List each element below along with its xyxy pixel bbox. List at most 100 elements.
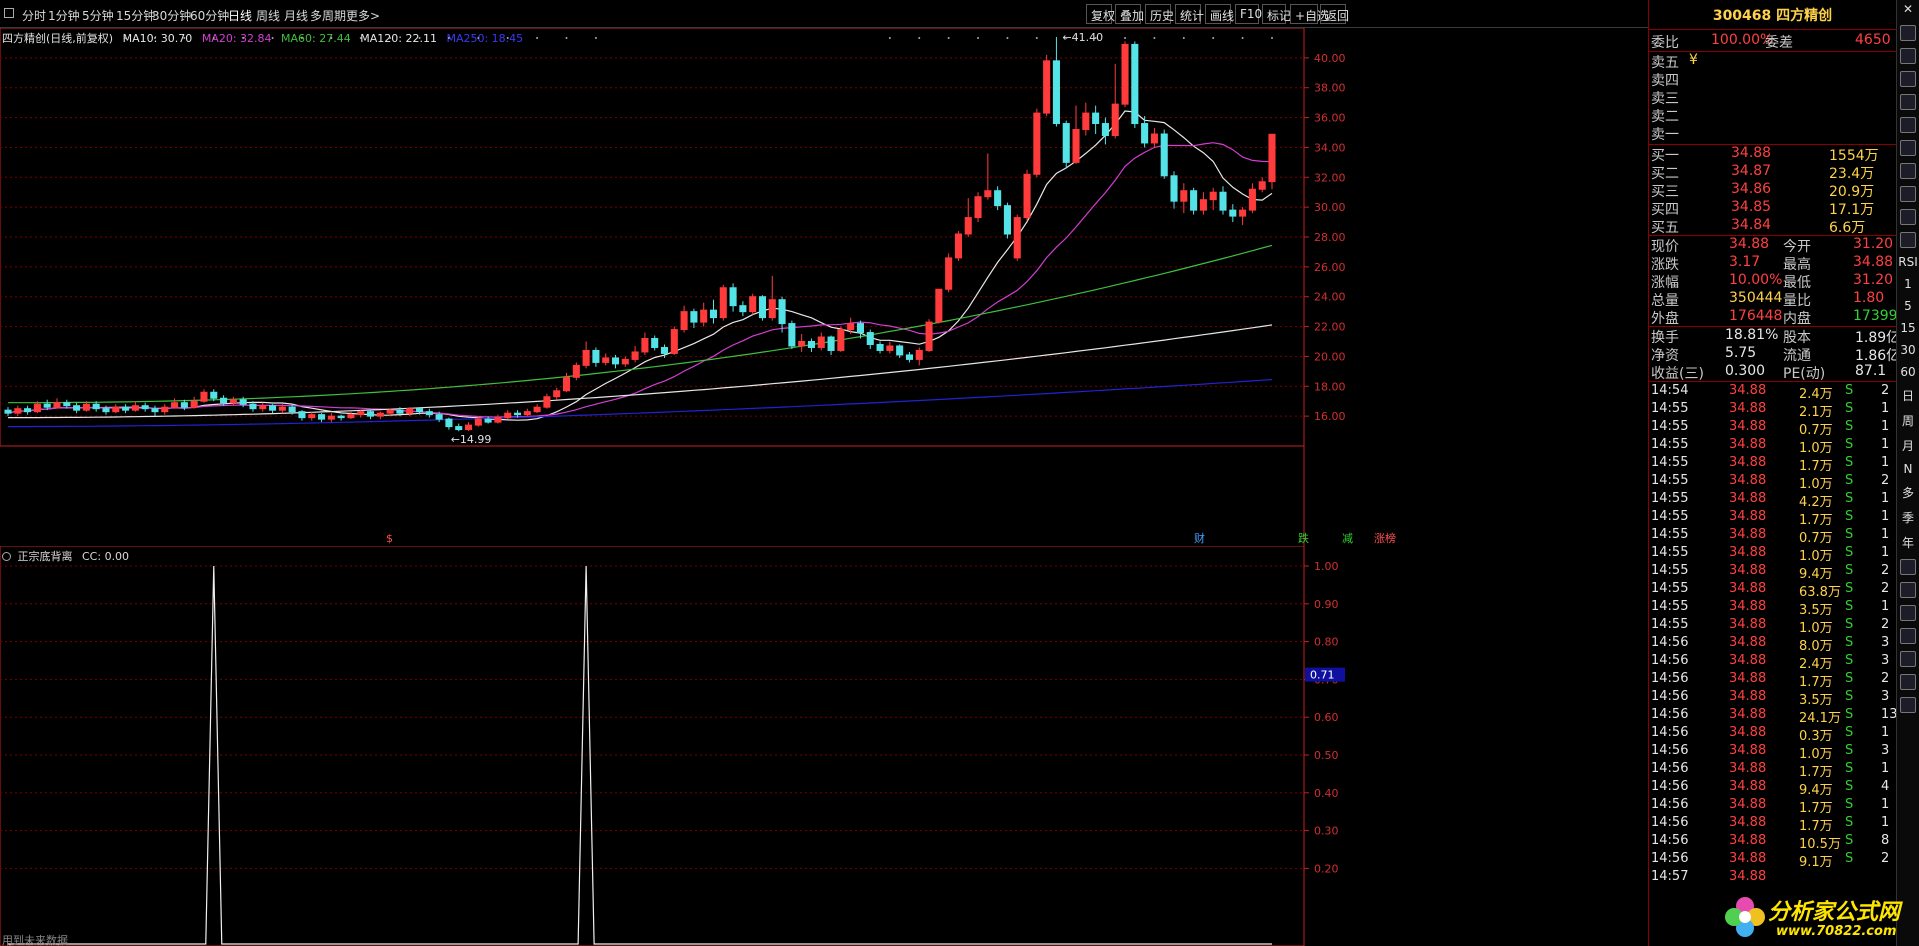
- toolbar-button[interactable]: 复权: [1086, 4, 1115, 24]
- period-tab[interactable]: 5分钟: [82, 7, 114, 24]
- tick-time: 14:55: [1651, 419, 1689, 434]
- close-icon[interactable]: ✕: [1900, 2, 1916, 18]
- toolbar-button[interactable]: F10: [1235, 4, 1262, 24]
- side-period-1[interactable]: 1: [1897, 277, 1919, 291]
- period-tab[interactable]: 周线: [256, 7, 280, 24]
- candle: [562, 372, 571, 393]
- chart-icon[interactable]: [1900, 140, 1916, 156]
- price-tick-label: 20.00: [1314, 350, 1346, 363]
- period-tab[interactable]: 分时: [22, 7, 46, 24]
- dollar-marker[interactable]: $: [386, 532, 393, 545]
- window-icon[interactable]: [4, 8, 14, 18]
- period-tab[interactable]: 60分钟: [190, 7, 229, 24]
- candle: [1023, 169, 1031, 221]
- event-marker[interactable]: 跌: [1298, 531, 1309, 545]
- candle-body: [1033, 112, 1041, 175]
- candlestick-chart[interactable]: 40.00 38.00 36.00 34.00 32.00 30.00 28.00 26.00…: [0, 28, 1648, 546]
- toolbar-button[interactable]: 画线: [1205, 4, 1234, 24]
- tick-side: S: [1845, 635, 1854, 650]
- side-period-2[interactable]: 5: [1897, 299, 1919, 313]
- candle-body: [1150, 133, 1158, 144]
- side-period-6[interactable]: 日: [1897, 387, 1919, 404]
- tick-row: 14:56 34.88 1.7万 S 2: [1649, 670, 1896, 690]
- fund-label: PE(动): [1783, 366, 1826, 382]
- side-period-0[interactable]: RSI: [1897, 255, 1919, 269]
- period-tab[interactable]: 多周期: [310, 7, 346, 24]
- tick-count: 1: [1881, 725, 1890, 740]
- kline-icon[interactable]: [1900, 48, 1916, 64]
- v-icon[interactable]: [1900, 697, 1916, 713]
- compass-icon[interactable]: [1900, 186, 1916, 202]
- bars-icon[interactable]: [1900, 71, 1916, 87]
- side-period-7[interactable]: 周: [1897, 412, 1919, 429]
- candle-body: [53, 402, 61, 408]
- candle-body: [180, 402, 188, 408]
- side-period-5[interactable]: 60: [1897, 365, 1919, 379]
- list-icon[interactable]: [1900, 117, 1916, 133]
- briefcase-icon[interactable]: [1900, 209, 1916, 225]
- candle-body: [308, 414, 316, 419]
- event-marker[interactable]: 财: [1194, 531, 1205, 545]
- side-period-10[interactable]: 多: [1897, 484, 1919, 501]
- grid-icon[interactable]: [1900, 25, 1916, 41]
- toolbar-button[interactable]: 历史: [1145, 4, 1174, 24]
- tick-side: S: [1845, 689, 1854, 704]
- tick-row: 14:57 34.88: [1649, 868, 1896, 886]
- side-period-9[interactable]: N: [1897, 462, 1919, 476]
- stat-value: 31.20: [1853, 236, 1894, 252]
- tick-time: 14:57: [1651, 869, 1689, 884]
- candle-body: [504, 412, 512, 419]
- move-icon[interactable]: [1900, 582, 1916, 598]
- candle: [298, 410, 306, 421]
- trend-icon[interactable]: [1900, 94, 1916, 110]
- tick-price: 34.88: [1729, 779, 1767, 794]
- side-period-4[interactable]: 30: [1897, 343, 1919, 357]
- side-period-11[interactable]: 季: [1897, 509, 1919, 526]
- side-period-3[interactable]: 15: [1897, 321, 1919, 335]
- indicator-chart[interactable]: 1.000.900.800.700.600.500.400.300.200.71: [0, 546, 1648, 946]
- candle: [984, 153, 992, 200]
- tick-row: 14:55 34.88 9.4万 S 2: [1649, 562, 1896, 582]
- tick-count: 1: [1881, 455, 1890, 470]
- candle-body: [856, 323, 865, 334]
- candle-body: [621, 358, 629, 365]
- side-period-8[interactable]: 月: [1897, 437, 1919, 454]
- indicator-toggle-icon[interactable]: [2, 552, 11, 561]
- event-marker[interactable]: 减: [1342, 532, 1353, 545]
- period-tab[interactable]: 更多>: [346, 7, 380, 24]
- fs-icon[interactable]: [1900, 628, 1916, 644]
- candle-body: [1199, 199, 1207, 211]
- candle-body: [1268, 133, 1276, 183]
- period-tab[interactable]: 日线: [228, 7, 252, 24]
- toolbar-button[interactable]: 统计: [1175, 4, 1204, 24]
- minus-icon[interactable]: [1900, 605, 1916, 621]
- candle: [131, 401, 139, 412]
- candle-body: [327, 415, 335, 420]
- k-icon[interactable]: [1900, 651, 1916, 667]
- toolbar-button[interactable]: 返回: [1320, 4, 1349, 24]
- candle: [837, 326, 845, 352]
- side-period-12[interactable]: 年: [1897, 534, 1919, 551]
- toolbar-button[interactable]: +自选: [1290, 4, 1329, 24]
- candle: [994, 186, 1002, 211]
- toolbar-button[interactable]: 标记: [1262, 4, 1291, 24]
- event-dot: [977, 37, 980, 39]
- event-marker[interactable]: 涨榜: [1374, 531, 1396, 545]
- candle-body: [670, 329, 678, 354]
- candle: [1052, 36, 1060, 127]
- bid-price: 34.85: [1731, 199, 1772, 215]
- period-tab[interactable]: 15分钟: [116, 7, 155, 24]
- rsi-icon[interactable]: [1900, 559, 1916, 575]
- price-tick-label: 26.00: [1314, 261, 1346, 274]
- period-tab[interactable]: 30分钟: [152, 7, 191, 24]
- money-icon[interactable]: [1900, 232, 1916, 248]
- doc-icon[interactable]: [1900, 163, 1916, 179]
- toolbar-button[interactable]: 叠加: [1115, 4, 1144, 24]
- period-tab[interactable]: 1分钟: [48, 7, 80, 24]
- candle-body: [533, 406, 541, 413]
- candle-body: [367, 411, 375, 417]
- fund-value: 1.86亿: [1855, 348, 1901, 364]
- f-icon[interactable]: [1900, 674, 1916, 690]
- period-tab[interactable]: 月线: [284, 7, 308, 24]
- candle: [621, 356, 629, 367]
